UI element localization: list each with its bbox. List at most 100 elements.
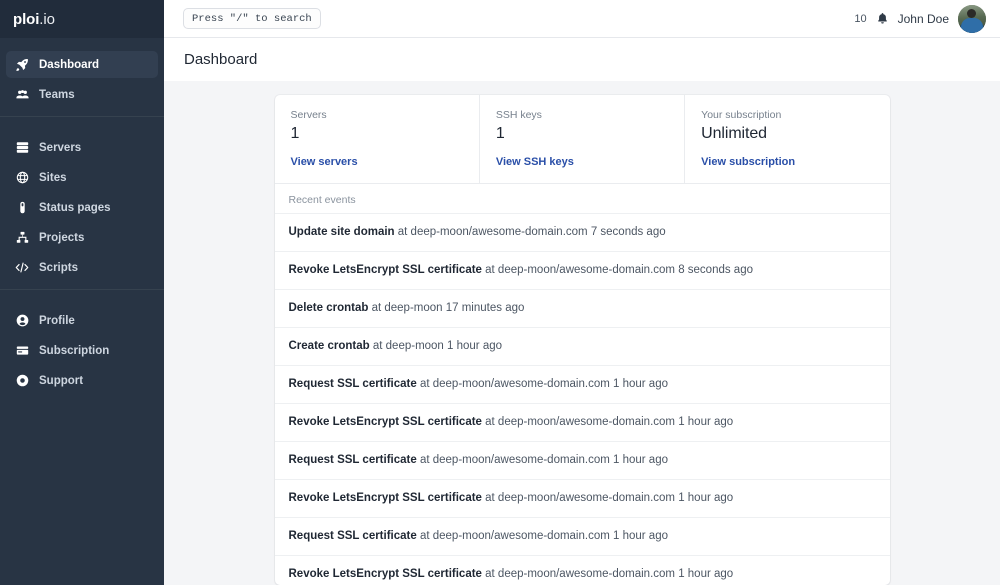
event-row[interactable]: Request SSL certificate at deep-moon/awe… [275,365,890,403]
sidebar-item-label: Status pages [39,202,111,214]
event-row[interactable]: Revoke LetsEncrypt SSL certificate at de… [275,251,890,289]
event-detail: at deep-moon/awesome-domain.com 1 hour a… [417,454,668,466]
avatar-head [967,9,976,18]
sidebar: ploi.io Dashboard Teams Servers Sites Status… [0,0,164,585]
sidebar-item-projects[interactable]: Projects [6,224,158,251]
event-detail: at deep-moon/awesome-domain.com 1 hour a… [482,416,733,428]
event-detail: at deep-moon/awesome-domain.com 8 second… [482,264,753,276]
stat-link[interactable]: View servers [291,156,463,168]
main-area: Press "/" to search 10 John Doe Dashboar… [164,0,1000,585]
event-action: Revoke LetsEncrypt SSL certificate [289,416,482,428]
avatar-body [961,18,983,33]
server-icon [14,141,30,154]
event-row[interactable]: Create crontab at deep-moon 1 hour ago [275,327,890,365]
event-row[interactable]: Revoke LetsEncrypt SSL certificate at de… [275,403,890,441]
sidebar-item-teams[interactable]: Teams [6,81,158,108]
search-input[interactable]: Press "/" to search [183,8,321,29]
sidebar-item-label: Servers [39,142,81,154]
stat-label: Servers [291,109,463,121]
stat-value: 1 [496,125,668,143]
event-row[interactable]: Delete crontab at deep-moon 17 minutes a… [275,289,890,327]
event-action: Request SSL certificate [289,454,417,466]
topbar-right: 10 John Doe [854,5,986,33]
top-bar: Press "/" to search 10 John Doe [164,0,1000,38]
stat-label: Your subscription [701,109,873,121]
stat-card-row: Servers 1 View servers SSH keys 1 View SSH ke… [275,95,890,183]
life-ring-icon [14,374,30,387]
event-row[interactable]: Revoke LetsEncrypt SSL certificate at de… [275,479,890,517]
recent-events-heading: Recent events [275,184,890,213]
brand-logo: ploi.io [13,11,55,28]
stat-card-your-subscription: Your subscription Unlimited View subscript… [685,95,889,183]
event-detail: at deep-moon/awesome-domain.com 7 second… [395,226,666,238]
sidebar-item-subscription[interactable]: Subscription [6,337,158,364]
event-detail: at deep-moon/awesome-domain.com 1 hour a… [417,378,668,390]
event-action: Update site domain [289,226,395,238]
sidebar-item-label: Profile [39,315,75,327]
stat-label: SSH keys [496,109,668,121]
stat-link[interactable]: View SSH keys [496,156,668,168]
sidebar-gap [0,290,164,301]
event-action: Create crontab [289,340,370,352]
event-action: Revoke LetsEncrypt SSL certificate [289,264,482,276]
sidebar-item-sites[interactable]: Sites [6,164,158,191]
sidebar-gap [0,117,164,128]
sidebar-item-status-pages[interactable]: Status pages [6,194,158,221]
users-icon [14,88,30,101]
sidebar-item-label: Teams [39,89,75,101]
sidebar-group: Servers Sites Status pages Projects Scripts [0,128,164,281]
event-detail: at deep-moon 1 hour ago [370,340,502,352]
dashboard-panel: Servers 1 View servers SSH keys 1 View SSH ke… [275,95,890,585]
stat-card-servers: Servers 1 View servers [275,95,480,183]
sidebar-nav: Dashboard Teams Servers Sites Status pages Pr… [0,45,164,397]
sidebar-item-scripts[interactable]: Scripts [6,254,158,281]
stat-value: Unlimited [701,125,873,143]
bell-icon[interactable] [876,12,889,25]
event-action: Request SSL certificate [289,530,417,542]
stat-link[interactable]: View subscription [701,156,873,168]
sidebar-item-label: Sites [39,172,67,184]
brand-row[interactable]: ploi.io [0,0,164,38]
event-row[interactable]: Update site domain at deep-moon/awesome-… [275,213,890,251]
rocket-icon [14,58,30,71]
page-title: Dashboard [184,51,257,68]
search-hint-text: Press "/" to search [192,13,312,25]
sidebar-item-label: Support [39,375,83,387]
event-row[interactable]: Request SSL certificate at deep-moon/awe… [275,517,890,555]
stat-value: 1 [291,125,463,143]
event-action: Request SSL certificate [289,378,417,390]
event-detail: at deep-moon/awesome-domain.com 1 hour a… [482,568,733,580]
user-circle-icon [14,314,30,327]
event-detail: at deep-moon 17 minutes ago [368,302,524,314]
sidebar-item-servers[interactable]: Servers [6,134,158,161]
status-page-icon [14,201,30,214]
sidebar-item-label: Scripts [39,262,78,274]
sidebar-item-dashboard[interactable]: Dashboard [6,51,158,78]
code-icon [14,261,30,274]
credit-card-icon [14,344,30,357]
sidebar-item-label: Projects [39,232,84,244]
sidebar-group: Dashboard Teams [0,45,164,108]
sidebar-item-profile[interactable]: Profile [6,307,158,334]
avatar[interactable] [958,5,986,33]
event-detail: at deep-moon/awesome-domain.com 1 hour a… [482,492,733,504]
sidebar-item-label: Dashboard [39,59,99,71]
user-name[interactable]: John Doe [898,12,949,26]
event-detail: at deep-moon/awesome-domain.com 1 hour a… [417,530,668,542]
content-area: Servers 1 View servers SSH keys 1 View SSH ke… [164,81,1000,585]
event-row[interactable]: Request SSL certificate at deep-moon/awe… [275,441,890,479]
notification-count: 10 [854,13,866,25]
event-action: Revoke LetsEncrypt SSL certificate [289,492,482,504]
page-header: Dashboard [164,38,1000,81]
event-row[interactable]: Revoke LetsEncrypt SSL certificate at de… [275,555,890,585]
sitemap-icon [14,231,30,244]
event-action: Delete crontab [289,302,369,314]
sidebar-item-label: Subscription [39,345,109,357]
brand-name: ploi [13,11,39,28]
stat-card-ssh-keys: SSH keys 1 View SSH keys [480,95,685,183]
brand-suffix: .io [39,11,55,28]
sidebar-group: Profile Subscription Support [0,301,164,394]
recent-events-list: Update site domain at deep-moon/awesome-… [275,213,890,585]
event-action: Revoke LetsEncrypt SSL certificate [289,568,482,580]
sidebar-item-support[interactable]: Support [6,367,158,394]
